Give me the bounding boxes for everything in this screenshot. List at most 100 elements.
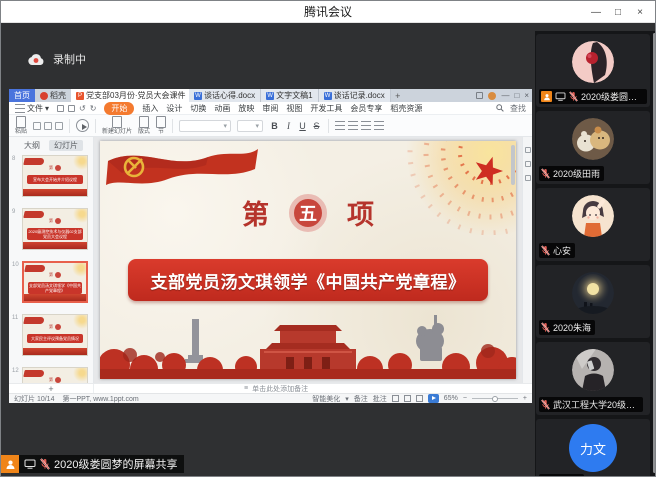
new-tab-button[interactable]: + [391,89,405,102]
window-title: 腾讯会议 [304,3,352,20]
print-icon[interactable] [68,105,75,112]
strikethrough-button[interactable]: S [311,121,322,131]
line-spacing-icon[interactable] [374,121,384,130]
participant-tile[interactable]: 2020朱海 [536,265,650,338]
menu-docer-res[interactable]: 稻壳资源 [390,103,422,114]
wps-close-button[interactable]: × [524,91,529,100]
comment-tool-icon[interactable] [525,175,531,181]
section-button[interactable]: 节 [156,116,166,136]
notes-tool-icon[interactable] [525,161,531,167]
slide-thumbnail-10-selected[interactable]: 10 第 支部党员汤文琪领学《中国共产党章程》 [9,261,93,303]
search-label[interactable]: 查找 [510,103,526,114]
italic-button[interactable]: I [283,121,294,131]
wps-tab-docer[interactable]: 稻壳 [35,89,71,102]
wps-tab-home[interactable]: 首页 [9,89,35,102]
menu-view[interactable]: 视图 [286,103,302,114]
add-slide-button[interactable]: + [9,384,94,394]
participant-tile[interactable]: 2020级娄圆梦的... [536,34,650,107]
maximize-button[interactable]: □ [607,1,629,23]
wps-tab-doc1[interactable]: W谈话心得.docx [189,89,261,102]
font-size-select[interactable]: ▾ [237,120,263,132]
participant-name: 2020级娄圆梦的... [581,90,643,103]
reading-view-icon[interactable] [416,395,423,402]
numbered-list-icon[interactable] [348,121,358,130]
underline-button[interactable]: U [297,121,308,131]
normal-view-icon[interactable] [392,395,399,402]
slide-scrollbar[interactable] [511,145,515,185]
menu-slideshow[interactable]: 放映 [238,103,254,114]
menu-design[interactable]: 设计 [166,103,182,114]
slide-number: 9 [12,209,15,215]
slide-thumbnail-12[interactable]: 12 第 支部书记总结发言 [9,367,93,383]
copy-icon[interactable] [44,122,52,130]
bullet-list-icon[interactable] [335,121,345,130]
layout-icon [139,116,149,128]
format-painter-icon[interactable] [55,122,63,130]
menu-devtools[interactable]: 开发工具 [310,103,342,114]
slideshow-play-button[interactable] [428,394,439,403]
recording-label: 录制中 [53,51,86,67]
participant-tile[interactable]: 2020级田雨 [536,111,650,184]
search-icon[interactable] [496,104,504,112]
zoom-slider[interactable] [472,398,518,399]
thumbnail-list: 8 第 宣布大会开始并介绍议程 9 第 2020级测控技术与仪器02支部 党员大… [9,155,93,383]
zoom-out-button[interactable]: − [463,395,467,402]
heading-number-circle: 五 [289,194,327,232]
tab-label: 谈话记录.docx [334,90,385,101]
notes-input[interactable]: ≡ 单击此处添加备注 [94,384,308,394]
menu-member[interactable]: 会员专享 [350,103,382,114]
wps-minimize-button[interactable]: — [501,91,509,100]
sorter-view-icon[interactable] [404,395,411,402]
participant-tile[interactable]: 心安 [536,188,650,261]
zoom-in-button[interactable]: + [523,395,527,402]
undo-icon[interactable]: ↺ [79,104,86,113]
zoom-slider-knob[interactable] [492,396,498,402]
file-menu[interactable]: 文件▾ [15,103,49,114]
zoom-tool-icon[interactable] [525,147,531,153]
slides-tab[interactable]: 幻灯片 [49,140,83,151]
outline-tab[interactable]: 大纲 [19,140,45,151]
mini-flag [23,211,44,218]
wps-tab-doc3[interactable]: W谈话记录.docx [319,89,391,102]
font-family-select[interactable]: ▾ [179,120,231,132]
wps-tab-presentation[interactable]: P党支部03月份·党员大会课件× [71,89,189,102]
avatar [572,118,614,160]
participant-namebar: 心安 [539,243,575,258]
wps-restore-button[interactable]: □ [514,91,519,100]
menu-animation[interactable]: 动画 [214,103,230,114]
beautify-button[interactable]: 智能美化 [312,394,340,404]
wps-tab-doc2[interactable]: W文字文稿1 [261,89,318,102]
divider [95,119,96,133]
participant-tile[interactable]: 武汉工程大学20级袁云 [536,342,650,415]
slide-thumbnail-9[interactable]: 9 第 2020级测控技术与仪器02支部 党员大会议程 [9,208,93,250]
layout-button[interactable]: 版式 [138,116,150,136]
save-icon[interactable] [57,105,64,112]
layout-switch-icon[interactable] [476,92,483,99]
new-slide-button[interactable]: 新建幻灯片 [102,116,132,136]
menu-review[interactable]: 审阅 [262,103,278,114]
align-left-icon[interactable] [361,121,371,130]
zoom-level: 65% [444,395,458,402]
redo-icon[interactable]: ↻ [90,104,97,113]
notes-toggle[interactable]: 备注 [354,394,368,404]
mini-banner-text: 2020级测控技术与仪器02支部 党员大会议程 [27,228,83,240]
comments-toggle[interactable]: 批注 [373,394,387,404]
slide-thumbnail-8[interactable]: 8 第 宣布大会开始并介绍议程 [9,155,93,197]
menu-transition[interactable]: 切换 [190,103,206,114]
mini-head-char: 第 [49,324,53,330]
play-from-current-icon[interactable] [76,119,89,132]
participant-tile[interactable]: 力文 郑力文 [536,419,650,477]
slide-number: 10 [12,262,19,268]
close-button[interactable]: × [629,1,651,23]
cut-icon[interactable] [33,122,41,130]
paste-button[interactable]: 粘贴 [15,116,27,136]
slide-thumbnail-11[interactable]: 11 第 大家民主评议预备党员情况 [9,314,93,356]
menu-start[interactable]: 开始 [104,102,134,115]
bold-button[interactable]: B [269,121,280,131]
gate-silhouette [260,325,356,371]
minimize-button[interactable]: — [585,1,607,23]
paste-label: 粘贴 [15,129,27,136]
wps-account-avatar[interactable] [488,92,496,100]
menu-insert[interactable]: 插入 [142,103,158,114]
participant-name: 2020级田雨 [553,167,600,180]
